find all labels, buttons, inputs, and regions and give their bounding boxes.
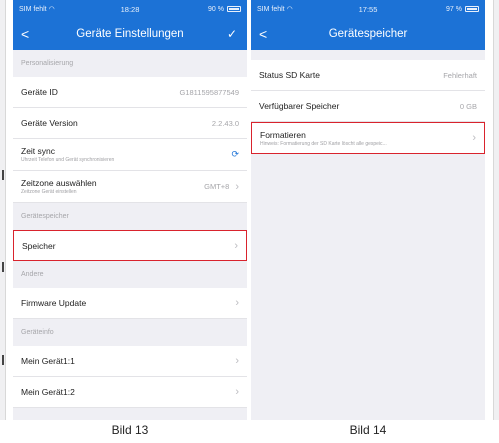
battery-icon bbox=[227, 6, 241, 12]
device-id-label: Geräte ID bbox=[21, 87, 58, 97]
screen-device-settings: SIM fehlt ◠ 18:28 90 % < Geräte Einstell… bbox=[13, 0, 247, 420]
firmware-update-row[interactable]: Firmware Update › bbox=[13, 288, 247, 319]
firmware-update-label: Firmware Update bbox=[21, 298, 87, 308]
chevron-right-icon: › bbox=[235, 355, 239, 367]
device-version-row: Geräte Version 2.2.43.0 bbox=[13, 108, 247, 139]
section-header-andere: Andere bbox=[21, 271, 44, 278]
edge-mark bbox=[2, 262, 4, 272]
chevron-right-icon: › bbox=[235, 297, 239, 309]
available-storage-row: Verfügbarer Speicher 0 GB bbox=[251, 91, 485, 122]
edge-mark bbox=[2, 170, 4, 180]
available-storage-value: 0 GB bbox=[459, 101, 477, 111]
device-id-row: Geräte ID G1811595877549 bbox=[13, 77, 247, 108]
device-id-value: G1811595877549 bbox=[179, 87, 239, 97]
page-title: Gerätespeicher bbox=[328, 28, 408, 40]
device-version-value: 2.2.43.0 bbox=[211, 118, 239, 128]
page: SIM fehlt ◠ 18:28 90 % < Geräte Einstell… bbox=[0, 0, 499, 443]
chevron-right-icon: › bbox=[235, 180, 239, 193]
device-1-1-row[interactable]: Mein Gerät1:1 › bbox=[13, 346, 247, 377]
status-bar: SIM fehlt ◠ 17:55 97 % bbox=[251, 0, 485, 18]
back-icon[interactable]: < bbox=[21, 18, 29, 50]
sd-status-label: Status SD Karte bbox=[259, 70, 320, 80]
sd-status-value: Fehlerhaft bbox=[443, 70, 477, 80]
storage-label: Speicher bbox=[22, 240, 56, 251]
figure-caption: Bild 14 bbox=[349, 423, 387, 437]
clock: 18:28 bbox=[120, 4, 140, 14]
section-header-personalisierung: Personalisierung bbox=[21, 60, 74, 67]
chevron-right-icon: › bbox=[472, 132, 476, 144]
time-sync-row[interactable]: Zeit sync Uhrzeit Telefon und Gerät sync… bbox=[13, 139, 247, 171]
chevron-right-icon: › bbox=[235, 386, 239, 398]
format-hint: Hinweis: Formatierung der SD Karte lösch… bbox=[260, 140, 387, 147]
sync-icon[interactable]: ⟳ bbox=[231, 149, 239, 160]
figure-caption: Bild 13 bbox=[111, 423, 149, 437]
timezone-value: GMT+8 bbox=[204, 182, 230, 191]
timezone-hint: Zeitzone Gerät einstellen bbox=[21, 189, 77, 195]
clock: 17:55 bbox=[358, 4, 378, 14]
right-page-edge bbox=[493, 0, 499, 420]
format-row[interactable]: Formatieren Hinweis: Formatierung der SD… bbox=[251, 122, 485, 154]
sd-status-row: Status SD Karte Fehlerhaft bbox=[251, 60, 485, 91]
status-bar: SIM fehlt ◠ 18:28 90 % bbox=[13, 0, 247, 18]
back-icon[interactable]: < bbox=[259, 18, 267, 50]
device-version-label: Geräte Version bbox=[21, 118, 78, 128]
page-title: Geräte Einstellungen bbox=[76, 28, 184, 40]
storage-row[interactable]: Speicher › bbox=[13, 230, 247, 261]
edge-mark bbox=[2, 355, 4, 365]
format-label: Formatieren bbox=[260, 129, 306, 140]
timezone-row[interactable]: Zeitzone auswählen Zeitzone Gerät einste… bbox=[13, 171, 247, 203]
confirm-icon[interactable]: ✓ bbox=[227, 18, 237, 50]
battery-icon bbox=[465, 6, 479, 12]
device-1-2-row[interactable]: Mein Gerät1:2 › bbox=[13, 377, 247, 408]
nav-bar: < Geräte Einstellungen ✓ bbox=[13, 18, 247, 50]
timezone-label: Zeitzone auswählen bbox=[21, 178, 97, 188]
screen-device-storage: SIM fehlt ◠ 17:55 97 % < Gerätespeicher … bbox=[251, 0, 485, 420]
left-page-edge bbox=[0, 0, 6, 420]
section-header-geraetespeicher: Gerätespeicher bbox=[21, 213, 69, 220]
section-header-geraeteinfo: Geräteinfo bbox=[21, 329, 54, 336]
time-sync-label: Zeit sync bbox=[21, 146, 56, 156]
nav-bar: < Gerätespeicher bbox=[251, 18, 485, 50]
time-sync-hint: Uhrzeit Telefon und Gerät synchronisiere… bbox=[21, 157, 115, 163]
chevron-right-icon: › bbox=[234, 239, 238, 252]
available-storage-label: Verfügbarer Speicher bbox=[259, 101, 340, 111]
device-1-2-label: Mein Gerät1:2 bbox=[21, 387, 75, 397]
device-1-1-label: Mein Gerät1:1 bbox=[21, 356, 75, 366]
